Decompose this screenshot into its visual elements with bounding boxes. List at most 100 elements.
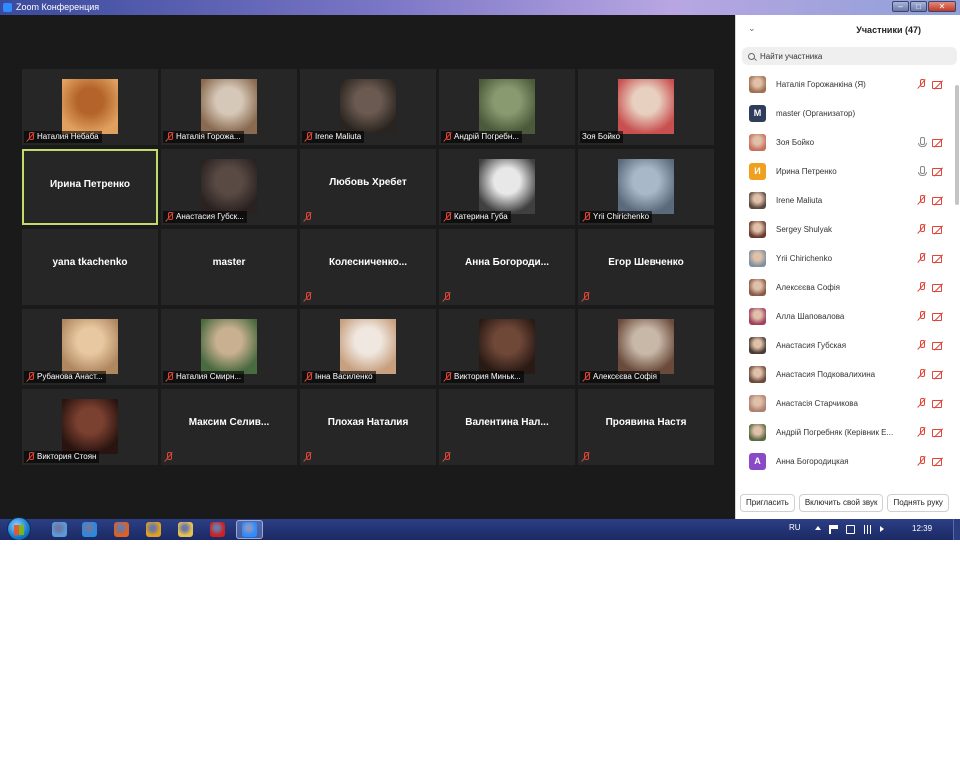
video-tile[interactable]: Yrii Chirichenko bbox=[578, 149, 714, 225]
camera-off-icon[interactable] bbox=[932, 80, 945, 89]
media-player-icon[interactable] bbox=[146, 522, 161, 537]
unmute-self-button[interactable]: Включить свой звук bbox=[798, 494, 884, 512]
camera-off-icon[interactable] bbox=[932, 225, 945, 234]
video-tile[interactable]: Анастасия Губск... bbox=[161, 149, 297, 225]
video-tile[interactable]: Валентина Нал... bbox=[439, 389, 575, 465]
participant-row[interactable]: Анастасия Подковалихина bbox=[736, 360, 954, 389]
mic-muted-icon[interactable] bbox=[917, 282, 926, 293]
mic-icon[interactable] bbox=[917, 166, 927, 177]
raise-hand-button[interactable]: Поднять руку bbox=[887, 494, 949, 512]
participant-name: Виктория Стоян bbox=[37, 452, 97, 461]
participant-row[interactable]: Андрій Погребняк (Керівник Е... bbox=[736, 418, 954, 447]
video-tile[interactable]: Андрій Погребн... bbox=[439, 69, 575, 145]
close-button[interactable]: ✕ bbox=[928, 1, 956, 12]
video-tile[interactable]: Зоя Бойко bbox=[578, 69, 714, 145]
mic-muted-icon[interactable] bbox=[917, 398, 926, 409]
mic-muted-icon[interactable] bbox=[917, 253, 926, 264]
participant-video-frame bbox=[479, 79, 535, 134]
ie-icon[interactable] bbox=[82, 522, 97, 537]
video-tile[interactable]: Виктория Миньк... bbox=[439, 309, 575, 385]
video-tile[interactable]: Irene Maliuta bbox=[300, 69, 436, 145]
participant-row[interactable]: И Ирина Петренко bbox=[736, 157, 954, 186]
windows-taskbar: RU 12:39 bbox=[0, 517, 960, 540]
volume-icon[interactable] bbox=[880, 526, 884, 532]
notepad-icon[interactable] bbox=[52, 522, 67, 537]
video-tile[interactable]: Інна Василенко bbox=[300, 309, 436, 385]
start-button[interactable] bbox=[5, 517, 33, 540]
video-tile[interactable]: master bbox=[161, 229, 297, 305]
mic-muted-icon[interactable] bbox=[917, 195, 926, 206]
participant-row[interactable]: Анастасія Старчикова bbox=[736, 389, 954, 418]
participant-search[interactable] bbox=[742, 47, 957, 65]
camera-off-icon[interactable] bbox=[932, 428, 945, 437]
camera-off-icon[interactable] bbox=[932, 312, 945, 321]
video-tile[interactable]: Алексєєва Софія bbox=[578, 309, 714, 385]
video-tile[interactable]: Катерина Губа bbox=[439, 149, 575, 225]
explorer-icon[interactable] bbox=[178, 522, 193, 537]
clock[interactable]: 12:39 bbox=[912, 524, 932, 533]
camera-off-icon[interactable] bbox=[932, 138, 945, 147]
video-tile[interactable]: Наталія Горожа... bbox=[161, 69, 297, 145]
firefox-icon[interactable] bbox=[114, 522, 129, 537]
participant-name: Інна Василенко bbox=[315, 372, 373, 381]
mic-muted-icon[interactable] bbox=[917, 79, 926, 90]
search-input[interactable] bbox=[760, 51, 940, 61]
camera-off-icon[interactable] bbox=[932, 167, 945, 176]
action-center-icon[interactable] bbox=[846, 525, 855, 534]
video-tile[interactable]: Рубанова Анаст... bbox=[22, 309, 158, 385]
video-tile[interactable]: Виктория Стоян bbox=[22, 389, 158, 465]
camera-off-icon[interactable] bbox=[932, 341, 945, 350]
mic-muted-icon[interactable] bbox=[917, 224, 926, 235]
scrollbar-thumb[interactable] bbox=[955, 85, 959, 205]
camera-off-icon[interactable] bbox=[932, 283, 945, 292]
maximize-button[interactable]: □ bbox=[910, 1, 927, 12]
mic-muted-icon[interactable] bbox=[917, 427, 926, 438]
participant-row[interactable]: Анастасия Губская bbox=[736, 331, 954, 360]
mic-icon[interactable] bbox=[917, 137, 927, 148]
participant-row[interactable]: А Анна Богородицкая bbox=[736, 447, 954, 476]
video-tile[interactable]: Ирина Петренко bbox=[22, 149, 158, 225]
video-tile[interactable]: yana tkachenko bbox=[22, 229, 158, 305]
flag-icon[interactable] bbox=[829, 525, 838, 534]
participant-row[interactable]: Алексєєва Софія bbox=[736, 273, 954, 302]
participant-list-scrollbar[interactable] bbox=[955, 70, 959, 490]
participant-row[interactable]: Sergey Shulyak bbox=[736, 215, 954, 244]
camera-off-icon[interactable] bbox=[932, 196, 945, 205]
participant-row[interactable]: Irene Maliuta bbox=[736, 186, 954, 215]
camera-off-icon[interactable] bbox=[932, 399, 945, 408]
video-tile-label: Катерина Губа bbox=[441, 211, 511, 223]
network-icon[interactable] bbox=[864, 525, 873, 534]
video-tile[interactable]: Наталия Небаба bbox=[22, 69, 158, 145]
mic-muted-icon[interactable] bbox=[917, 340, 926, 351]
participant-row[interactable]: Зоя Бойко bbox=[736, 128, 954, 157]
invite-button[interactable]: Пригласить bbox=[740, 494, 795, 512]
video-tile[interactable]: Егор Шевченко bbox=[578, 229, 714, 305]
participant-video-frame bbox=[201, 159, 257, 214]
video-tile[interactable]: Плохая Наталия bbox=[300, 389, 436, 465]
camera-off-icon[interactable] bbox=[932, 457, 945, 466]
participant-row[interactable]: Mmaster (Организатор) bbox=[736, 99, 954, 128]
video-tile[interactable]: Наталия Смирн... bbox=[161, 309, 297, 385]
video-tile[interactable]: Любовь Хребет bbox=[300, 149, 436, 225]
video-tile[interactable]: Проявина Настя bbox=[578, 389, 714, 465]
participant-row[interactable]: Yrii Chirichenko bbox=[736, 244, 954, 273]
mic-muted-icon[interactable] bbox=[917, 311, 926, 322]
participant-row[interactable]: Наталія Горожанкіна (Я) bbox=[736, 70, 954, 99]
show-desktop-button[interactable] bbox=[953, 519, 960, 540]
mic-muted-icon[interactable] bbox=[917, 369, 926, 380]
language-indicator[interactable]: RU bbox=[789, 523, 801, 532]
participant-row[interactable]: Алла Шаповалова bbox=[736, 302, 954, 331]
video-tile[interactable]: Колесниченко... bbox=[300, 229, 436, 305]
camera-off-icon[interactable] bbox=[932, 370, 945, 379]
opera-icon[interactable] bbox=[210, 522, 225, 537]
minimize-button[interactable]: – bbox=[892, 1, 909, 12]
camera-off-icon[interactable] bbox=[932, 254, 945, 263]
video-tile[interactable]: Анна Богороди... bbox=[439, 229, 575, 305]
chevron-down-icon[interactable]: ⌄ bbox=[748, 23, 756, 34]
video-tile[interactable]: Максим Селив... bbox=[161, 389, 297, 465]
participant-name: Любовь Хребет bbox=[329, 177, 407, 188]
show-hidden-icons-icon[interactable] bbox=[815, 526, 821, 530]
mic-muted-icon[interactable] bbox=[917, 456, 926, 467]
zoom-icon[interactable] bbox=[242, 522, 257, 537]
video-tile-label: Андрій Погребн... bbox=[441, 131, 522, 143]
